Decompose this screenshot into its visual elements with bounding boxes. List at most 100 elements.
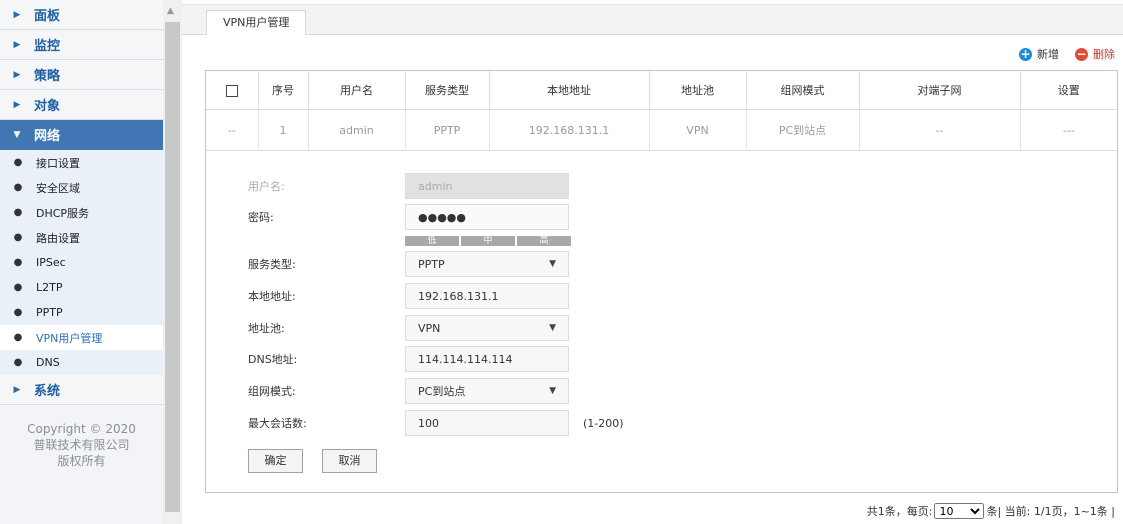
dns-label: DNS地址: — [248, 353, 298, 366]
bullet-icon: ● — [13, 307, 23, 318]
page-status: | 当前: 1/1页，1~1条 | — [997, 505, 1115, 518]
sidebar-item-pptp[interactable]: ● PPTP — [0, 300, 163, 325]
network-mode-label: 组网模式: — [248, 385, 296, 398]
table-cell: 192.168.131.1 — [489, 109, 650, 151]
service-type-select[interactable]: PPTP ▼ — [405, 251, 569, 277]
max-sessions-field[interactable]: 100 — [405, 410, 569, 436]
strength-low: 低 — [405, 236, 459, 246]
nav-label: 系统 — [34, 384, 61, 399]
sidebar-item-ipsec[interactable]: ● IPSec — [0, 250, 163, 275]
scrollbar-thumb[interactable] — [165, 22, 180, 512]
service-type-row: 服务类型: PPTP ▼ — [248, 251, 569, 277]
password-field[interactable]: ●●●●● — [405, 204, 569, 230]
column-header: 序号 — [258, 71, 309, 110]
local-address-row: 本地地址: 192.168.131.1 — [248, 283, 569, 309]
local-address-field[interactable]: 192.168.131.1 — [405, 283, 569, 309]
minus-circle-icon: − — [1075, 46, 1088, 61]
add-button[interactable]: + 新增 — [1019, 46, 1059, 62]
table-cell: admin — [308, 109, 406, 151]
sub-label: 安全区域 — [36, 181, 80, 195]
column-header: 设置 — [1020, 71, 1117, 110]
confirm-button[interactable]: 确定 — [248, 449, 303, 473]
sub-label: PPTP — [36, 306, 63, 319]
bullet-icon: ● — [13, 232, 23, 243]
select-all-checkbox[interactable] — [225, 84, 238, 97]
dns-field[interactable]: 114.114.114.114 — [405, 346, 569, 372]
bullet-icon: ● — [13, 157, 23, 168]
table-header-row: 序号 用户名 服务类型 本地地址 地址池 组网模式 对端子网 设置 — [206, 71, 1117, 110]
nav-label: 对象 — [34, 99, 61, 114]
username-row: 用户名: admin — [248, 173, 569, 199]
caret-down-icon: ▼ — [549, 386, 556, 396]
sidebar-item-interface[interactable]: ● 接口设置 — [0, 150, 163, 175]
sub-label: DNS — [36, 356, 60, 369]
nav-item-object[interactable]: ▶ 对象 — [0, 90, 163, 120]
sidebar-scrollbar[interactable]: ▲ — [163, 0, 182, 524]
scroll-up-icon[interactable]: ▲ — [167, 6, 174, 16]
copyright-line: Copyright © 2020 — [27, 422, 136, 436]
toolbar: + 新增 − 删除 — [1019, 46, 1115, 62]
table-cell: -- — [206, 109, 259, 151]
copyright: Copyright © 2020 普联技术有限公司 版权所有 — [0, 421, 163, 469]
vpn-user-table: 序号 用户名 服务类型 本地地址 地址池 组网模式 对端子网 设置 -- 1 a… — [206, 71, 1117, 151]
network-mode-row: 组网模式: PC到站点 ▼ — [248, 378, 569, 404]
table-cell: PC到站点 — [746, 109, 860, 151]
max-sessions-hint: (1-200) — [583, 416, 624, 430]
nav-item-monitor[interactable]: ▶ 监控 — [0, 30, 163, 60]
local-address-label: 本地地址: — [248, 290, 296, 303]
page-size-unit: 条 — [986, 505, 998, 518]
sidebar-item-vpn-users[interactable]: ● VPN用户管理 — [0, 325, 163, 350]
sub-label: IPSec — [36, 256, 66, 269]
bullet-icon: ● — [13, 357, 23, 368]
table-row[interactable]: -- 1 admin PPTP 192.168.131.1 VPN PC到站点 … — [206, 109, 1117, 151]
chevron-right-icon: ▶ — [13, 9, 21, 20]
table-cell: -- — [859, 109, 1021, 151]
table-cell: PPTP — [405, 109, 490, 151]
password-label: 密码: — [248, 211, 274, 224]
column-header: 用户名 — [308, 71, 406, 110]
chevron-right-icon: ▶ — [13, 384, 21, 395]
nav-item-network[interactable]: ▼ 网络 — [0, 120, 163, 150]
sidebar-item-routing[interactable]: ● 路由设置 — [0, 225, 163, 250]
network-mode-value: PC到站点 — [418, 385, 466, 398]
nav-item-policy[interactable]: ▶ 策略 — [0, 60, 163, 90]
tab-vpn-users[interactable]: VPN用户管理 — [206, 10, 307, 35]
network-mode-select[interactable]: PC到站点 ▼ — [405, 378, 569, 404]
nav-label: 策略 — [34, 69, 61, 84]
add-label: 新增 — [1037, 48, 1059, 61]
address-pool-select[interactable]: VPN ▼ — [405, 315, 569, 341]
main-content: VPN用户管理 + 新增 − 删除 序号 用户名 服务类型 本地地址 地址池 组… — [182, 0, 1123, 524]
chevron-right-icon: ▶ — [13, 69, 21, 80]
sub-label: VPN用户管理 — [36, 331, 103, 345]
caret-down-icon: ▼ — [549, 323, 556, 333]
strength-medium: 中 — [461, 236, 515, 246]
chevron-down-icon: ▼ — [13, 129, 21, 140]
nav-item-dashboard[interactable]: ▶ 面板 — [0, 0, 163, 30]
password-strength-meter: 低 中 高 — [405, 236, 571, 246]
page-size-select[interactable]: 10 — [934, 503, 985, 519]
address-pool-label: 地址池: — [248, 322, 285, 335]
caret-down-icon: ▼ — [549, 259, 556, 269]
cancel-button[interactable]: 取消 — [322, 449, 377, 473]
table-cell: 1 — [258, 109, 309, 151]
sub-label: L2TP — [36, 281, 63, 294]
delete-button[interactable]: − 删除 — [1075, 46, 1115, 62]
table-cell: --- — [1020, 109, 1117, 151]
table-cell: VPN — [649, 109, 747, 151]
column-header: 地址池 — [649, 71, 747, 110]
sidebar-item-security-zone[interactable]: ● 安全区域 — [0, 175, 163, 200]
address-pool-row: 地址池: VPN ▼ — [248, 315, 569, 341]
sidebar-item-dns[interactable]: ● DNS — [0, 350, 163, 375]
bullet-icon: ● — [13, 332, 23, 343]
sidebar-item-l2tp[interactable]: ● L2TP — [0, 275, 163, 300]
nav-label: 监控 — [34, 39, 61, 54]
bullet-icon: ● — [13, 282, 23, 293]
nav-item-system[interactable]: ▶ 系统 — [0, 375, 163, 405]
sidebar-item-dhcp[interactable]: ● DHCP服务 — [0, 200, 163, 225]
copyright-line: 普联技术有限公司 — [33, 438, 130, 452]
column-header: 组网模式 — [746, 71, 860, 110]
service-type-value: PPTP — [418, 257, 445, 271]
column-header: 本地地址 — [489, 71, 650, 110]
strength-high: 高 — [517, 236, 571, 246]
pagination: 共1条，每页: 10 条 | 当前: 1/1页，1~1条 | — [867, 503, 1115, 519]
